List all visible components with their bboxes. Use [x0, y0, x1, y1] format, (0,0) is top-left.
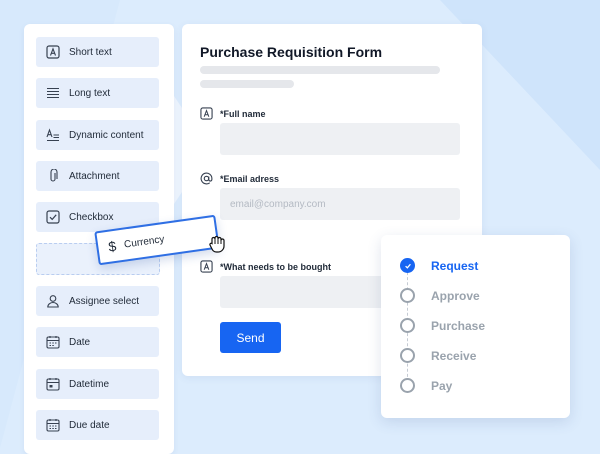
- palette-item-due-date[interactable]: Due date: [36, 410, 159, 440]
- palette-item-datetime[interactable]: Datetime: [36, 369, 159, 399]
- palette-item-attachment[interactable]: Attachment: [36, 161, 159, 191]
- text-a-icon: [46, 45, 60, 59]
- workflow-step-label: Pay: [431, 378, 453, 393]
- palette-item-label: Date: [69, 336, 91, 348]
- skeleton-line: [200, 80, 294, 88]
- palette-item-assignee-select[interactable]: Assignee select: [36, 286, 159, 316]
- person-icon: [46, 294, 60, 308]
- palette-item-long-text[interactable]: Long text: [36, 78, 159, 108]
- paperclip-icon: [46, 169, 60, 183]
- field-label-full-name: *Full name: [200, 107, 266, 120]
- workflow-step-label: Purchase: [431, 318, 486, 333]
- field-label-email: *Email adress: [200, 172, 279, 185]
- field-label-text: *Email adress: [220, 173, 280, 184]
- dollar-icon: $: [107, 237, 118, 255]
- palette-item-label: Checkbox: [69, 211, 114, 223]
- calendar-icon: [46, 335, 60, 349]
- calendar-due-icon: [46, 418, 60, 432]
- workflow-step-label: Approve: [431, 288, 480, 303]
- text-a-icon: [200, 260, 213, 273]
- workflow-step-approve[interactable]: Approve: [400, 288, 480, 303]
- palette-item-label: Long text: [69, 87, 111, 99]
- workflow-step-purchase[interactable]: Purchase: [400, 318, 485, 333]
- empty-circle-icon: [400, 348, 415, 363]
- field-label-text: *What needs to be bought: [220, 261, 331, 272]
- workflow-step-receive[interactable]: Receive: [400, 348, 476, 363]
- empty-circle-icon: [400, 318, 415, 333]
- email-input[interactable]: [220, 188, 460, 220]
- workflow-step-request[interactable]: Request: [400, 258, 478, 273]
- skeleton-line: [200, 66, 440, 74]
- workflow-step-label: Request: [431, 258, 479, 273]
- palette-item-short-text[interactable]: Short text: [36, 37, 159, 67]
- palette-item-label: Due date: [69, 419, 110, 431]
- send-button[interactable]: Send: [220, 322, 281, 353]
- checkbox-icon: [46, 210, 60, 224]
- empty-circle-icon: [400, 378, 415, 393]
- palette-item-label: Assignee select: [69, 295, 140, 307]
- palette-item-label: Attachment: [69, 170, 120, 182]
- full-name-input[interactable]: [220, 123, 460, 155]
- lines-icon: [46, 86, 60, 100]
- field-label-what-to-buy: *What needs to be bought: [200, 260, 331, 273]
- form-title: Purchase Requisition Form: [200, 44, 383, 60]
- workflow-step-pay[interactable]: Pay: [400, 378, 452, 393]
- dynamic-text-icon: [46, 128, 60, 142]
- check-circle-icon: [400, 258, 415, 273]
- palette-item-label: Dynamic content: [69, 129, 144, 141]
- calendar-clock-icon: [46, 377, 60, 391]
- at-sign-icon: [200, 172, 213, 185]
- text-a-icon: [200, 107, 213, 120]
- workflow-step-label: Receive: [431, 348, 477, 363]
- palette-item-date[interactable]: Date: [36, 327, 159, 357]
- dragged-field-label: Currency: [123, 233, 166, 251]
- workflow-steps: Request Approve Purchase Receive Pay: [381, 235, 570, 418]
- empty-circle-icon: [400, 288, 415, 303]
- field-label-text: *Full name: [220, 108, 266, 119]
- palette-item-label: Short text: [69, 46, 112, 58]
- palette-item-label: Datetime: [69, 378, 110, 390]
- palette-item-dynamic-content[interactable]: Dynamic content: [36, 120, 159, 150]
- grab-cursor-icon: [209, 235, 225, 253]
